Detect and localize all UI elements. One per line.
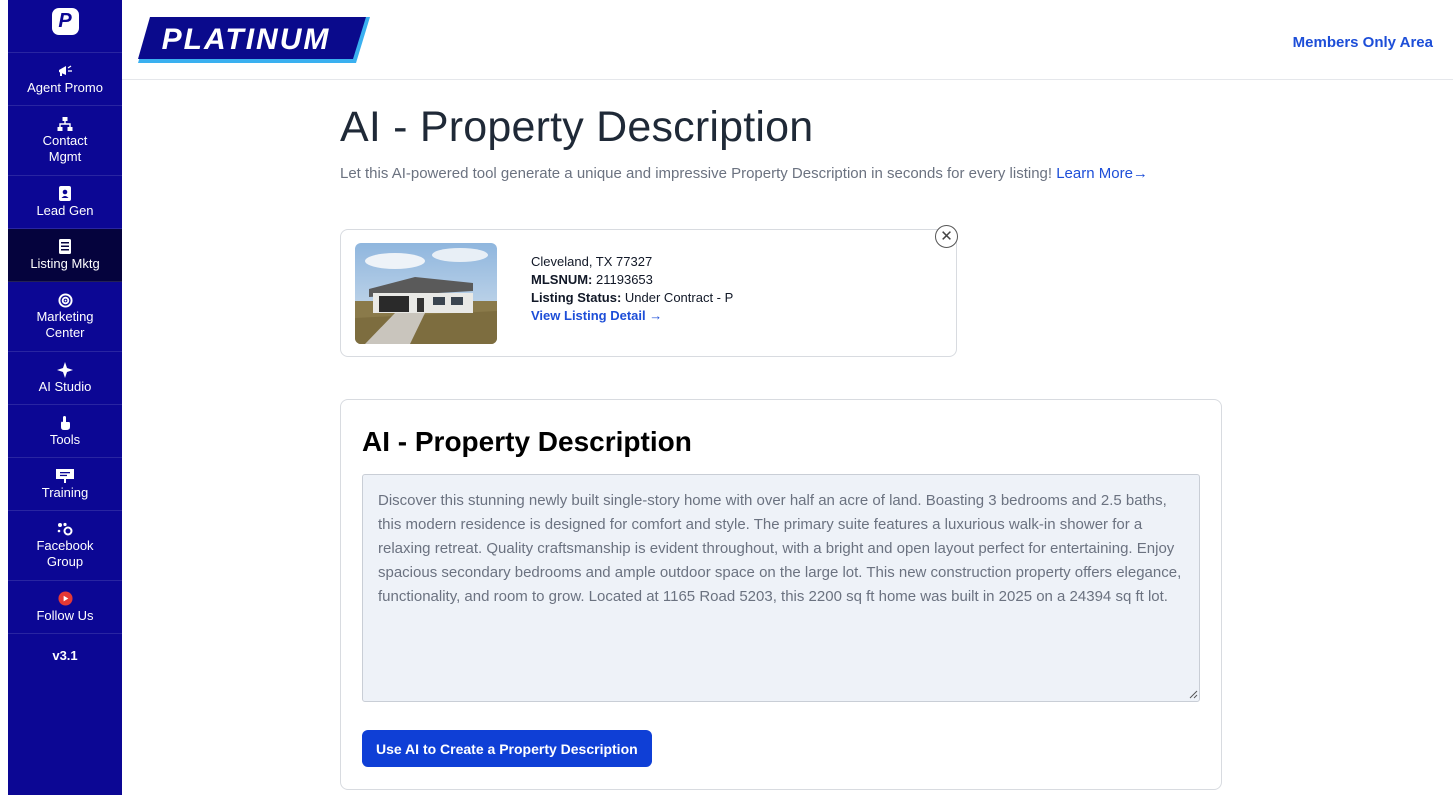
sidebar-item-training[interactable]: Training xyxy=(8,458,122,511)
sidebar-item-label: Contact Mgmt xyxy=(42,133,88,164)
learn-more-link[interactable]: Learn More→ xyxy=(1056,165,1148,182)
listing-mls: MLSNUM: 21193653 xyxy=(531,271,733,289)
group-icon xyxy=(56,521,74,537)
megaphone-icon xyxy=(57,63,73,79)
sidebar-item-follow-us[interactable]: Follow Us xyxy=(8,581,122,634)
generate-description-button[interactable]: Use AI to Create a Property Description xyxy=(362,730,652,767)
sidebar-logo[interactable]: P xyxy=(8,0,122,53)
hand-pointer-icon xyxy=(59,415,71,431)
status-value: Under Contract - P xyxy=(624,290,734,305)
page-title: AI - Property Description xyxy=(340,103,814,151)
sidebar-item-label: Tools xyxy=(49,431,81,447)
listing-status: Listing Status: Under Contract - P xyxy=(531,289,733,307)
sidebar-item-label: Training xyxy=(41,484,89,500)
sitemap-icon xyxy=(57,116,73,132)
property-description-textarea[interactable]: Discover this stunning newly built singl… xyxy=(362,474,1200,702)
brand-logo[interactable]: PLATINUM xyxy=(138,17,370,65)
status-label: Listing Status: xyxy=(531,290,622,305)
page-subtitle: Let this AI-powered tool generate a uniq… xyxy=(340,165,1148,182)
listing-card: Cleveland, TX 77327 MLSNUM: 21193653 Lis… xyxy=(340,225,958,357)
youtube-icon xyxy=(57,591,73,607)
mls-value: 21193653 xyxy=(596,272,653,287)
listing-photo[interactable] xyxy=(355,243,497,344)
sidebar-item-label: Follow Us xyxy=(36,607,94,623)
page-edge xyxy=(0,0,8,795)
logo-badge: P xyxy=(51,8,79,35)
members-only-link[interactable]: Members Only Area xyxy=(1293,34,1433,51)
sidebar-item-label: Facebook Group xyxy=(36,538,94,569)
listing-location: Cleveland, TX 77327 xyxy=(531,254,653,269)
presentation-board-icon xyxy=(56,468,74,484)
sidebar-item-facebook-group[interactable]: Facebook Group xyxy=(8,511,122,581)
sidebar-item-label: Agent Promo xyxy=(27,79,103,95)
contact-card-icon xyxy=(59,186,71,202)
sidebar-item-ai-studio[interactable]: AI Studio xyxy=(8,352,122,405)
subtitle-text: Let this AI-powered tool generate a uniq… xyxy=(340,165,1053,182)
document-list-icon xyxy=(59,239,71,255)
description-heading: AI - Property Description xyxy=(362,426,692,457)
resize-handle-icon[interactable] xyxy=(1188,689,1198,699)
sidebar-item-label: Listing Mktg xyxy=(30,255,100,271)
sidebar: P Agent Promo Contact Mgmt Lead Gen List… xyxy=(8,0,122,795)
close-icon[interactable]: ✕ xyxy=(935,225,958,248)
sidebar-item-marketing-center[interactable]: Marketing Center xyxy=(8,282,122,352)
sidebar-item-contact-mgmt[interactable]: Contact Mgmt xyxy=(8,106,122,176)
sidebar-item-label: Lead Gen xyxy=(36,202,94,218)
sidebar-item-label: AI Studio xyxy=(38,378,92,394)
listing-info: Cleveland, TX 77327 MLSNUM: 21193653 Lis… xyxy=(531,253,733,325)
app-version: v3.1 xyxy=(52,648,78,663)
sidebar-item-lead-gen[interactable]: Lead Gen xyxy=(8,176,122,229)
top-header: PLATINUM Members Only Area xyxy=(122,0,1453,80)
sidebar-item-listing-mktg[interactable]: Listing Mktg xyxy=(8,229,122,282)
property-description-card: AI - Property Description Discover this … xyxy=(340,399,1222,790)
target-icon xyxy=(57,292,73,308)
view-listing-detail-link[interactable]: View Listing Detail → xyxy=(531,308,662,323)
sparkle-icon xyxy=(57,361,73,378)
mls-label: MLSNUM: xyxy=(531,272,593,287)
logo-letter: P xyxy=(58,10,72,32)
brand-text: PLATINUM xyxy=(162,23,331,56)
sidebar-item-agent-promo[interactable]: Agent Promo xyxy=(8,53,122,106)
sidebar-item-label: Marketing Center xyxy=(36,309,94,340)
sidebar-item-tools[interactable]: Tools xyxy=(8,405,122,458)
